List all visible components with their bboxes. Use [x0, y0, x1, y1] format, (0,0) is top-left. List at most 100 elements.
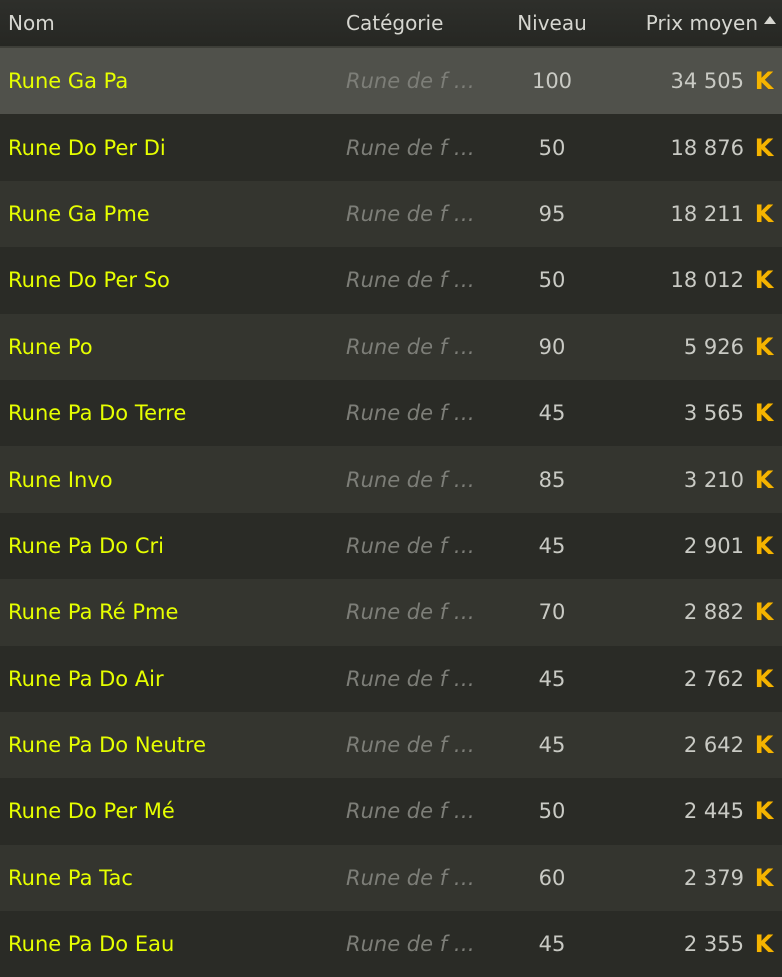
header-category[interactable]: Catégorie [338, 11, 506, 35]
item-price-value: 2 355 [683, 932, 744, 957]
item-name: Rune Pa Do Cri [8, 533, 164, 558]
header-name[interactable]: Nom [0, 11, 338, 35]
item-price: 2 762 K [598, 664, 782, 693]
item-category: Rune de f … [346, 600, 475, 625]
header-price[interactable]: Prix moyen [598, 11, 782, 35]
kama-icon: K [754, 67, 774, 96]
item-price: 2 379 K [598, 864, 782, 892]
item-level: 45 [538, 533, 566, 558]
item-level: 60 [538, 865, 566, 890]
item-price: 18 012 K [598, 266, 782, 295]
table-header: Nom Catégorie Niveau Prix moyen [0, 0, 782, 48]
item-level: 70 [538, 600, 566, 625]
item-price: 18 211 K [598, 199, 782, 228]
item-level: 100 [531, 69, 573, 94]
item-category: Rune de f … [346, 268, 475, 293]
item-price: 2 882 K [598, 598, 782, 627]
item-price-value: 2 379 [683, 865, 744, 890]
item-category: Rune de f … [346, 865, 475, 890]
table-row[interactable]: Rune Pa Do Terre Rune de f … 45 3 565 K [0, 379, 782, 447]
item-level: 90 [538, 334, 566, 359]
item-price-value: 18 211 [670, 201, 744, 226]
item-name: Rune Do Per So [8, 268, 170, 293]
item-category: Rune de f … [346, 135, 475, 160]
item-category: Rune de f … [346, 334, 475, 359]
item-price-value: 5 926 [683, 334, 744, 359]
item-price-value: 18 876 [670, 135, 744, 160]
item-price-value: 34 505 [670, 69, 744, 94]
item-category: Rune de f … [346, 201, 475, 226]
item-price: 2 901 K [598, 531, 782, 560]
kama-icon: K [754, 199, 774, 228]
item-price: 34 505 K [598, 67, 782, 96]
item-category: Rune de f … [346, 733, 475, 758]
item-level: 50 [538, 799, 566, 824]
item-name: Rune Pa Do Eau [8, 932, 175, 957]
table-row[interactable]: Rune Pa Do Eau Rune de f … 45 2 355 K [0, 911, 782, 977]
table-row[interactable]: Rune Invo Rune de f … 85 3 210 K [0, 446, 782, 513]
kama-icon: K [754, 465, 774, 494]
kama-icon: K [754, 133, 774, 162]
item-price-value: 2 882 [683, 600, 744, 625]
kama-icon: K [754, 930, 774, 959]
table-row[interactable]: Rune Pa Do Cri Rune de f … 45 2 901 K [0, 512, 782, 580]
table-row[interactable]: Rune Ga Pa Rune de f … 100 34 505 K [0, 48, 782, 115]
item-level: 85 [538, 467, 566, 492]
sort-ascending-icon [764, 16, 776, 24]
kama-icon: K [754, 731, 774, 760]
table-row[interactable]: Rune Do Per Mé Rune de f … 50 2 445 K [0, 778, 782, 845]
item-category: Rune de f … [346, 799, 475, 824]
header-price-label: Prix moyen [645, 11, 758, 35]
item-price-value: 2 901 [683, 533, 744, 558]
table-row[interactable]: Rune Pa Do Neutre Rune de f … 45 2 642 K [0, 711, 782, 779]
item-name: Rune Pa Do Neutre [8, 733, 207, 758]
kama-icon: K [754, 531, 774, 560]
item-name: Rune Pa Do Air [8, 666, 164, 691]
kama-icon: K [754, 266, 774, 295]
table-row[interactable]: Rune Do Per Di Rune de f … 50 18 876 K [0, 114, 782, 181]
table-row[interactable]: Rune Pa Tac Rune de f … 60 2 379 K [0, 844, 782, 912]
item-category: Rune de f … [346, 467, 475, 492]
item-category: Rune de f … [346, 69, 475, 94]
item-name: Rune Pa Ré Pme [8, 600, 179, 625]
header-level[interactable]: Niveau [506, 11, 598, 35]
item-name: Rune Do Per Mé [8, 799, 175, 824]
item-level: 45 [538, 733, 566, 758]
item-name: Rune Ga Pa [8, 69, 129, 94]
kama-icon: K [754, 797, 774, 826]
item-name: Rune Pa Tac [8, 865, 133, 890]
item-level: 45 [538, 401, 566, 426]
kama-icon: K [754, 664, 774, 693]
kama-icon: K [754, 598, 774, 627]
items-table: Nom Catégorie Niveau Prix moyen Rune Ga … [0, 0, 782, 977]
item-name: Rune Ga Pme [8, 201, 150, 226]
item-level: 50 [538, 135, 566, 160]
table-row[interactable]: Rune Pa Do Air Rune de f … 45 2 762 K [0, 645, 782, 712]
table-row[interactable]: Rune Ga Pme Rune de f … 95 18 211 K [0, 180, 782, 248]
item-price-value: 3 210 [683, 467, 744, 492]
item-price-value: 3 565 [683, 401, 744, 426]
item-category: Rune de f … [346, 666, 475, 691]
item-price: 2 355 K [598, 930, 782, 959]
item-price-value: 2 762 [683, 666, 744, 691]
table-body: Rune Ga Pa Rune de f … 100 34 505 K Rune Do P… [0, 48, 782, 977]
table-row[interactable]: Rune Do Per So Rune de f … 50 18 012 K [0, 247, 782, 314]
item-level: 95 [538, 201, 566, 226]
item-category: Rune de f … [346, 401, 475, 426]
item-level: 50 [538, 268, 566, 293]
item-price: 5 926 K [598, 332, 782, 361]
item-price: 3 565 K [598, 399, 782, 427]
table-row[interactable]: Rune Pa Ré Pme Rune de f … 70 2 882 K [0, 579, 782, 646]
item-price: 18 876 K [598, 133, 782, 162]
item-price-value: 2 642 [683, 733, 744, 758]
item-price: 2 445 K [598, 797, 782, 826]
item-price: 3 210 K [598, 465, 782, 494]
item-level: 45 [538, 666, 566, 691]
item-name: Rune Po [8, 334, 93, 359]
item-category: Rune de f … [346, 932, 475, 957]
item-price-value: 2 445 [683, 799, 744, 824]
item-level: 45 [538, 932, 566, 957]
item-name: Rune Invo [8, 467, 113, 492]
kama-icon: K [754, 332, 774, 361]
table-row[interactable]: Rune Po Rune de f … 90 5 926 K [0, 313, 782, 380]
